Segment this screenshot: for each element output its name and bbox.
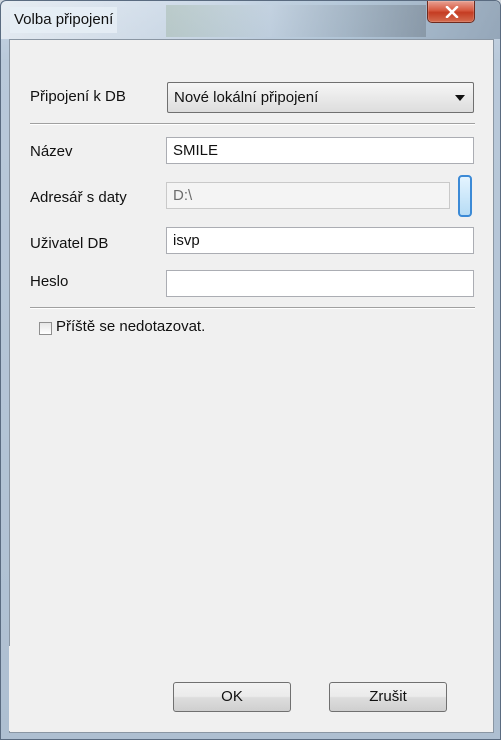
window-title: Volba připojení (10, 7, 118, 33)
db-user-label: Uživatel DB (30, 235, 109, 252)
cancel-button[interactable]: Zrušit (329, 682, 447, 712)
ok-button[interactable]: OK (173, 682, 291, 712)
title-bar: Volba připojení (1, 1, 500, 39)
password-label: Heslo (30, 273, 69, 290)
chevron-down-icon (455, 95, 465, 101)
close-button[interactable] (427, 1, 475, 23)
close-icon (445, 6, 459, 18)
connection-select-value: Nové lokální připojení (174, 89, 319, 106)
browse-button[interactable] (458, 175, 472, 217)
connection-select[interactable]: Nové lokální připojení (167, 82, 474, 113)
data-dir-field (166, 182, 450, 209)
separator-bottom (30, 307, 475, 309)
dont-ask-label[interactable]: Příště se nedotazovat. (56, 318, 205, 335)
data-dir-label: Adresář s daty (30, 189, 127, 206)
dont-ask-checkbox[interactable] (39, 322, 52, 335)
name-field[interactable] (166, 137, 474, 164)
separator-top (30, 123, 475, 125)
title-bar-background (166, 5, 426, 37)
password-field[interactable] (166, 270, 474, 297)
connection-label: Připojení k DB (30, 88, 126, 105)
db-user-field[interactable] (166, 227, 474, 254)
name-label: Název (30, 143, 73, 160)
